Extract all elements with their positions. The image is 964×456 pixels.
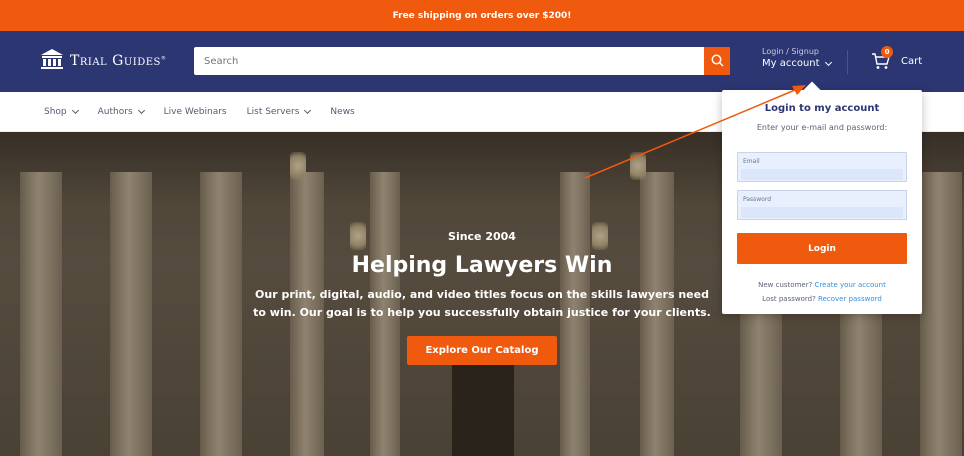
cart-label: Cart [901,55,923,67]
promo-bar: Free shipping on orders over $200! [0,0,964,31]
lost-password-row: Lost password? Recover password [722,292,922,306]
account-menu[interactable]: Login / Signup My account [762,47,832,69]
nav-item-live-webinars[interactable]: Live Webinars [164,107,227,117]
chevron-down-icon [824,58,832,66]
header-divider [847,50,848,74]
create-account-link[interactable]: Create your account [815,281,886,289]
new-customer-text: New customer? [758,281,813,289]
site-header: Trial Guides® Login / Signup My account [0,31,964,92]
chevron-down-icon [137,106,145,114]
cart-button[interactable]: 0 Cart [871,46,923,71]
nav-item-news[interactable]: News [330,107,354,117]
search-icon [711,52,724,71]
my-account-label: My account [762,58,820,69]
nav-label: Shop [44,106,67,117]
nav-item-authors[interactable]: Authors [97,106,145,117]
explore-catalog-button[interactable]: Explore Our Catalog [407,336,557,365]
recover-password-link[interactable]: Recover password [818,295,882,303]
login-signup-label: Login / Signup [762,47,819,56]
password-field[interactable]: Password [737,190,907,220]
nav-label: List Servers [246,106,300,117]
hero-tagline: Our print, digital, audio, and video tit… [253,288,711,319]
email-label: Email [743,158,760,165]
login-subtitle: Enter your e-mail and password: [756,123,888,132]
cart-icon: 0 [871,46,893,71]
logo[interactable]: Trial Guides® [40,48,166,74]
password-input[interactable] [741,207,903,218]
chevron-down-icon [304,106,312,114]
search-input[interactable] [194,47,704,75]
login-button[interactable]: Login [737,233,907,264]
nav-label: Live Webinars [163,106,227,117]
password-label: Password [743,196,772,203]
new-customer-row: New customer? Create your account [722,278,922,292]
chevron-down-icon [71,106,79,114]
login-links: New customer? Create your account Lost p… [722,278,922,306]
my-account-toggle[interactable]: My account [762,58,832,69]
promo-text: Free shipping on orders over $200! [392,10,572,21]
nav-label: News [330,106,355,117]
email-field[interactable]: Email [737,152,907,182]
nav-label: Authors [97,106,133,117]
login-title: Login to my account [764,103,880,114]
nav-item-list-servers[interactable]: List Servers [246,106,312,117]
email-input[interactable] [741,169,903,180]
search-button[interactable] [704,47,730,75]
lost-password-text: Lost password? [762,295,816,303]
nav-item-shop[interactable]: Shop [44,106,79,117]
login-dropdown: Login to my account Enter your e-mail an… [722,81,922,314]
cart-count-badge: 0 [881,46,893,58]
search-bar [194,47,730,75]
courthouse-icon [40,48,64,74]
logo-text: Trial Guides® [70,53,167,69]
